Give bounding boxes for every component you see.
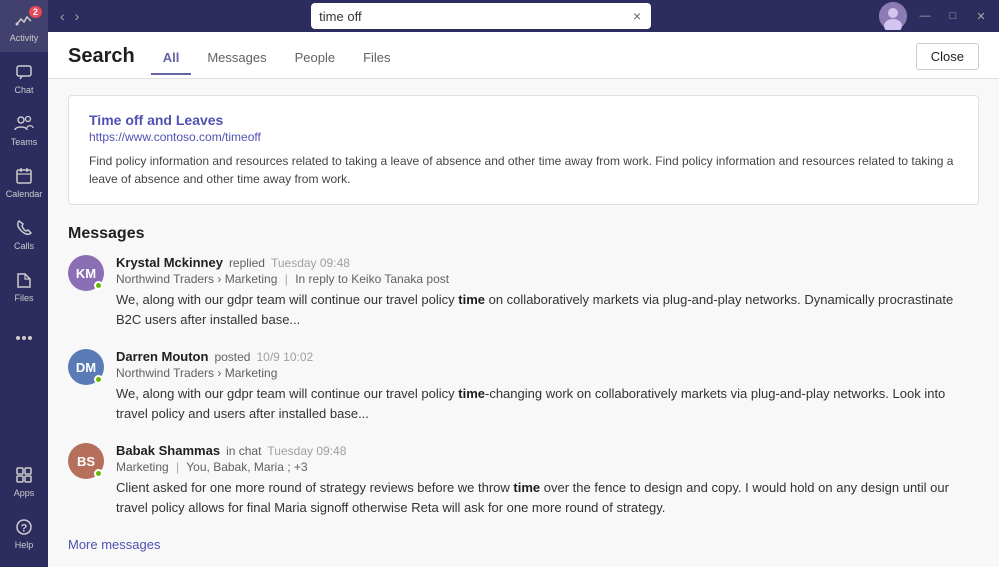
message-meta: Marketing | You, Babak, Maria ; +3 [116, 460, 979, 474]
search-content: Time off and Leaves https://www.contoso.… [48, 79, 999, 567]
back-button[interactable]: ‹ [56, 8, 69, 24]
search-title-area: Search All Messages People Files [68, 42, 403, 78]
top-result-card: Time off and Leaves https://www.contoso.… [68, 95, 979, 205]
search-header: Search All Messages People Files Close [48, 32, 999, 79]
message-item: KM Krystal Mckinney replied Tuesday 09:4… [68, 255, 979, 329]
title-bar: ‹ › × — □ ✕ [48, 0, 999, 32]
search-clear-button[interactable]: × [631, 8, 643, 24]
files-icon [14, 270, 34, 290]
status-dot [94, 281, 103, 290]
avatar: KM [68, 255, 104, 291]
message-text: We, along with our gdpr team will contin… [116, 290, 979, 329]
top-result-title[interactable]: Time off and Leaves [89, 112, 958, 128]
search-input[interactable] [319, 9, 631, 24]
sidebar-item-more[interactable] [0, 312, 48, 364]
tab-people[interactable]: People [283, 42, 347, 75]
message-action: posted [214, 350, 250, 364]
message-header: Krystal Mckinney replied Tuesday 09:48 [116, 255, 979, 270]
sidebar-item-chat[interactable]: Chat [0, 52, 48, 104]
message-sender-name: Krystal Mckinney [116, 255, 223, 270]
titlebar-nav: ‹ › [56, 8, 83, 24]
top-result-desc: Find policy information and resources re… [89, 152, 958, 188]
tab-all[interactable]: All [151, 42, 192, 75]
files-label: Files [14, 293, 33, 303]
teams-label: Teams [11, 137, 38, 147]
message-sender-name: Darren Mouton [116, 349, 208, 364]
titlebar-right: — □ ✕ [879, 2, 991, 30]
message-meta: Northwind Traders › Marketing [116, 366, 979, 380]
sidebar-bottom: Apps ? Help [0, 455, 48, 567]
search-title: Search [68, 45, 135, 78]
apps-label: Apps [14, 488, 35, 498]
minimize-button[interactable]: — [915, 6, 935, 26]
sidebar-item-activity[interactable]: 2 Activity [0, 0, 48, 52]
message-body: Babak Shammas in chat Tuesday 09:48 Mark… [116, 443, 979, 517]
sidebar-nav: 2 Activity Chat [0, 0, 48, 364]
calls-label: Calls [14, 241, 34, 251]
message-text: We, along with our gdpr team will contin… [116, 384, 979, 423]
forward-button[interactable]: › [71, 8, 84, 24]
chat-icon [14, 62, 34, 82]
window-close-button[interactable]: ✕ [971, 6, 991, 26]
search-bar: × [311, 3, 651, 29]
sidebar-item-teams[interactable]: Teams [0, 104, 48, 156]
tab-messages[interactable]: Messages [195, 42, 278, 75]
messages-section-title: Messages [68, 225, 979, 243]
sidebar-item-help[interactable]: ? Help [0, 507, 48, 559]
message-time: Tuesday 09:48 [267, 444, 346, 458]
tab-files[interactable]: Files [351, 42, 402, 75]
message-time: 10/9 10:02 [256, 350, 313, 364]
help-label: Help [15, 540, 34, 550]
avatar: DM [68, 349, 104, 385]
status-dot [94, 469, 103, 478]
top-result-url[interactable]: https://www.contoso.com/timeoff [89, 130, 958, 144]
more-messages-link[interactable]: More messages [68, 537, 979, 552]
message-item: BS Babak Shammas in chat Tuesday 09:48 M… [68, 443, 979, 517]
maximize-button[interactable]: □ [943, 6, 963, 26]
main-content: Search All Messages People Files Close [48, 32, 999, 567]
more-icon [14, 328, 34, 348]
avatar: BS [68, 443, 104, 479]
calendar-label: Calendar [6, 189, 43, 199]
message-action: replied [229, 256, 265, 270]
calendar-icon [14, 166, 34, 186]
teams-icon [14, 114, 34, 134]
user-avatar[interactable] [879, 2, 907, 30]
sidebar-item-calls[interactable]: Calls [0, 208, 48, 260]
status-dot [94, 375, 103, 384]
calls-icon [14, 218, 34, 238]
message-time: Tuesday 09:48 [271, 256, 350, 270]
message-sender-name: Babak Shammas [116, 443, 220, 458]
apps-icon [14, 465, 34, 485]
message-text: Client asked for one more round of strat… [116, 478, 979, 517]
message-header: Babak Shammas in chat Tuesday 09:48 [116, 443, 979, 458]
help-icon: ? [14, 517, 34, 537]
sidebar-item-files[interactable]: Files [0, 260, 48, 312]
search-bar-container: × [83, 3, 879, 29]
chat-label: Chat [14, 85, 33, 95]
activity-badge: 2 [29, 6, 42, 18]
message-action: in chat [226, 444, 261, 458]
message-item: DM Darren Mouton posted 10/9 10:02 North… [68, 349, 979, 423]
message-body: Darren Mouton posted 10/9 10:02 Northwin… [116, 349, 979, 423]
activity-label: Activity [10, 33, 39, 43]
search-tabs: All Messages People Files [151, 42, 403, 75]
sidebar-item-calendar[interactable]: Calendar [0, 156, 48, 208]
sidebar-item-apps[interactable]: Apps [0, 455, 48, 507]
sidebar: 2 Activity Chat [0, 0, 48, 567]
close-button[interactable]: Close [916, 43, 979, 70]
message-meta: Northwind Traders › Marketing | In reply… [116, 272, 979, 286]
message-body: Krystal Mckinney replied Tuesday 09:48 N… [116, 255, 979, 329]
message-header: Darren Mouton posted 10/9 10:02 [116, 349, 979, 364]
svg-text:?: ? [21, 522, 28, 534]
